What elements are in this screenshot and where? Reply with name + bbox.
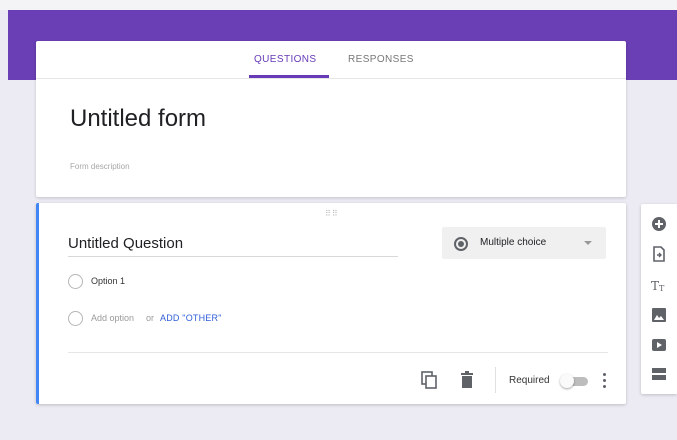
delete-icon[interactable] xyxy=(460,371,474,389)
tab-responses[interactable]: RESPONSES xyxy=(348,54,414,65)
floating-toolbar: T T xyxy=(641,204,677,394)
add-option-radio xyxy=(68,311,83,326)
form-title[interactable]: Untitled form xyxy=(70,105,206,133)
question-type-select[interactable]: Multiple choice xyxy=(442,227,606,259)
add-question-icon[interactable] xyxy=(651,216,667,232)
drag-handle-icon[interactable]: ⠿⠿ xyxy=(325,209,339,218)
title-text-icon[interactable]: T T xyxy=(651,277,667,293)
form-description-field[interactable]: Form description xyxy=(70,162,130,171)
active-card-accent xyxy=(36,203,39,404)
question-type-label: Multiple choice xyxy=(480,237,547,248)
svg-text:T: T xyxy=(651,279,659,293)
top-bar xyxy=(0,0,677,10)
form-header-card: QUESTIONS RESPONSES Untitled form Form d… xyxy=(36,41,626,197)
or-text: or xyxy=(146,313,155,323)
tab-questions[interactable]: QUESTIONS xyxy=(254,54,317,65)
video-icon[interactable] xyxy=(651,337,667,353)
svg-text:T: T xyxy=(659,284,665,293)
multiple-choice-icon xyxy=(454,237,468,251)
duplicate-icon[interactable] xyxy=(421,371,437,389)
option-radio xyxy=(68,274,83,289)
question-card[interactable]: ⠿⠿ Untitled Question Multiple choice Opt… xyxy=(36,203,626,404)
tab-bar: QUESTIONS RESPONSES xyxy=(36,41,626,79)
active-tab-indicator xyxy=(249,75,329,78)
image-icon[interactable] xyxy=(651,307,667,323)
import-questions-icon[interactable] xyxy=(651,246,667,262)
add-other-link[interactable]: ADD "OTHER" xyxy=(160,313,222,323)
option-label[interactable]: Option 1 xyxy=(91,276,125,286)
question-title-input[interactable]: Untitled Question xyxy=(68,232,398,257)
chevron-down-icon xyxy=(584,241,592,245)
footer-separator xyxy=(495,367,496,393)
section-icon[interactable] xyxy=(651,366,667,382)
toggle-knob xyxy=(560,374,574,388)
add-option-input[interactable]: Add option xyxy=(91,313,134,323)
question-footer-divider xyxy=(68,352,608,353)
required-label: Required xyxy=(509,375,550,386)
required-toggle[interactable] xyxy=(560,374,590,388)
more-options-icon[interactable] xyxy=(602,371,608,389)
